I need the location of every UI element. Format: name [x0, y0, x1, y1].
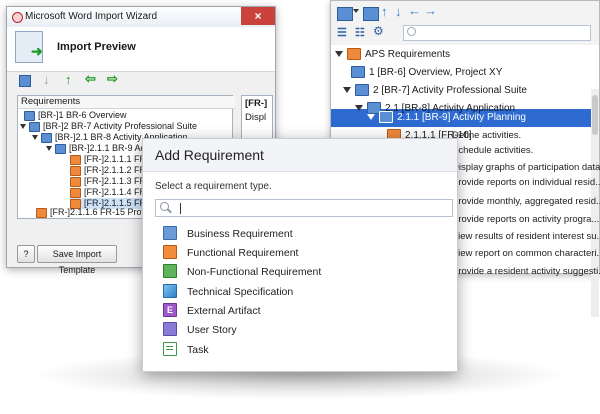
settings-gear-icon[interactable]: ⚙	[373, 24, 384, 38]
move-up-icon[interactable]: ↑	[381, 4, 388, 19]
chevron-down-icon[interactable]	[353, 9, 359, 13]
tree-item[interactable]: [BR-]2.1.1 BR-9 Acti	[46, 143, 150, 154]
wizard-toolbar: ↓ ↑ ⇦ ⇨	[7, 71, 275, 93]
scrollbar-thumb[interactable]	[592, 95, 598, 135]
help-button[interactable]: ?	[17, 245, 35, 263]
expand-triangle-icon[interactable]	[20, 124, 26, 130]
option-task[interactable]: Task	[163, 341, 209, 360]
dialog-title: Add Requirement	[155, 147, 264, 163]
indent-icon[interactable]: →	[424, 3, 437, 18]
indent-icon[interactable]: ⇨	[107, 71, 118, 87]
title-bar[interactable]: Microsoft Word Import Wizard ×	[7, 7, 275, 28]
outdent-icon[interactable]: ⇦	[85, 71, 96, 87]
move-down-icon[interactable]: ↓	[43, 72, 50, 87]
business-req-icon	[29, 121, 40, 132]
search-icon	[407, 27, 416, 36]
user-story-icon	[163, 322, 177, 337]
expand-triangle-icon[interactable]	[367, 114, 375, 121]
expand-triangle-icon[interactable]	[46, 146, 52, 152]
list-item: Provide a resident activity suggesti...	[452, 266, 600, 277]
business-req-icon	[41, 132, 52, 143]
list-item: Provide monthly, aggregated resid...	[452, 196, 600, 207]
add-child-icon[interactable]	[363, 7, 379, 21]
requirement-type-icon[interactable]	[19, 75, 31, 87]
non-functional-requirement-icon	[163, 264, 177, 279]
search-icon-handle	[167, 208, 172, 214]
outdent-icon[interactable]: ←	[408, 3, 421, 18]
tree-search-input[interactable]	[403, 25, 591, 41]
tree-item-br-9[interactable]: 2.1.1 [BR-9] Activity Planning	[367, 109, 526, 127]
save-import-template-button[interactable]: Save Import Template	[37, 245, 117, 275]
list-item: Provide reports on individual resid...	[452, 177, 600, 188]
move-down-icon[interactable]: ↓	[395, 4, 402, 19]
window-title: Microsoft Word Import Wizard	[25, 11, 158, 22]
add-requirement-icon[interactable]	[337, 7, 353, 21]
expand-triangle-icon[interactable]	[355, 105, 363, 112]
panel-header: Requirements	[18, 96, 235, 109]
functional-req-icon	[36, 207, 47, 218]
collapse-all-icon[interactable]: ☷	[355, 26, 365, 39]
app-icon	[12, 12, 23, 23]
add-requirement-dialog: Add Requirement Select a requirement typ…	[142, 138, 458, 372]
tree-item[interactable]: [BR-]2 BR-7 Activity Professional Suite	[20, 121, 197, 132]
business-req-icon	[355, 84, 369, 97]
option-business-requirement[interactable]: Business Requirement	[163, 225, 293, 244]
functional-req-icon	[70, 154, 81, 165]
expand-triangle-icon[interactable]	[343, 87, 351, 94]
expand-all-icon[interactable]: ☰	[337, 26, 347, 39]
tree-item[interactable]: [FR-]2.1.1.2 FR-	[70, 165, 149, 176]
detail-text: Displ	[245, 112, 267, 123]
tree-item[interactable]: [FR-]2.1.1.3 FR-	[70, 176, 149, 187]
functional-requirement-icon	[163, 245, 177, 260]
wizard-header: ➜ Import Preview	[7, 27, 275, 72]
tree-item[interactable]: [FR-]2.1.1.1 FR-	[70, 154, 149, 165]
business-req-icon	[379, 111, 393, 124]
external-artifact-icon: E	[163, 303, 177, 318]
business-req-icon	[55, 143, 66, 154]
wizard-page-title: Import Preview	[57, 41, 136, 53]
list-item: View report on common characteri...	[452, 248, 600, 259]
tree-item[interactable]: [BR-]1 BR-6 Overview	[24, 110, 127, 121]
tree-toolbar: ↑ ↓ ← → ☰ ☷ ⚙	[331, 1, 599, 45]
dialog-prompt: Select a requirement type.	[155, 181, 272, 192]
option-technical-specification[interactable]: Technical Specification	[163, 283, 293, 302]
option-external-artifact[interactable]: E External Artifact	[163, 302, 261, 321]
tree-item-aps-requirements[interactable]: APS Requirements	[335, 46, 450, 64]
functional-req-icon	[70, 165, 81, 176]
requirement-type-search-input[interactable]	[155, 199, 453, 217]
business-requirement-icon	[163, 226, 177, 241]
task-icon	[163, 342, 177, 357]
expand-triangle-icon[interactable]	[32, 135, 38, 141]
business-req-icon	[351, 66, 365, 79]
option-user-story[interactable]: User Story	[163, 321, 237, 340]
detail-header: [FR-]	[245, 98, 268, 109]
close-button[interactable]: ×	[241, 7, 275, 25]
tree-item[interactable]: [FR-]2.1.1.4 FR-	[70, 187, 149, 198]
business-req-icon	[24, 110, 35, 121]
technical-specification-icon	[163, 284, 177, 299]
dialog-header: Add Requirement	[143, 139, 457, 172]
move-up-icon[interactable]: ↑	[65, 72, 72, 87]
import-arrow-icon: ➜	[31, 43, 43, 59]
option-functional-requirement[interactable]: Functional Requirement	[163, 244, 298, 263]
tree-item-br-6[interactable]: 1 [BR-6] Overview, Project XY	[351, 64, 502, 82]
folder-orange-icon	[347, 48, 361, 61]
text-caret	[180, 203, 181, 214]
expand-triangle-icon[interactable]	[335, 51, 343, 58]
functional-req-icon	[70, 176, 81, 187]
option-non-functional-requirement[interactable]: Non-Functional Requirement	[163, 263, 321, 282]
tree-item-br-7[interactable]: 2 [BR-7] Activity Professional Suite	[343, 82, 527, 100]
functional-req-icon	[70, 187, 81, 198]
